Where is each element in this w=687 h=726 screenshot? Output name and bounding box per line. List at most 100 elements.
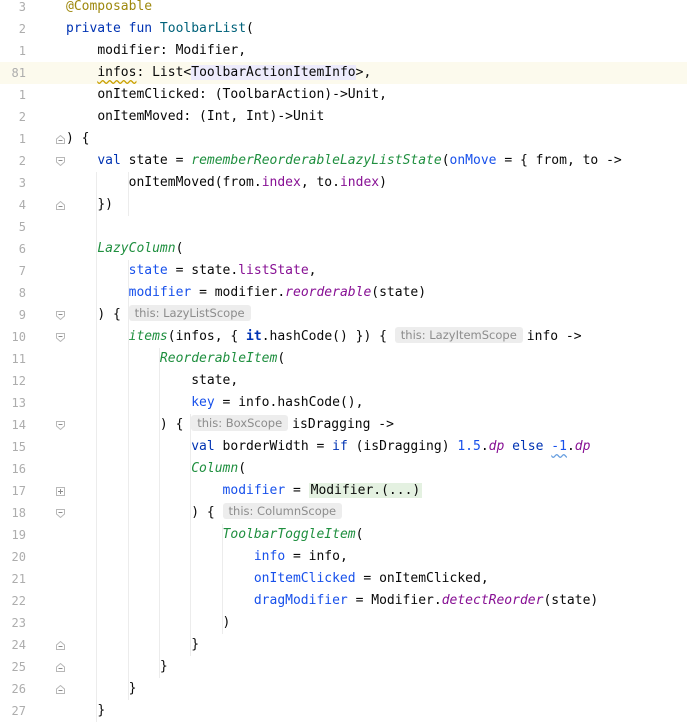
line-number: 14 [11, 418, 26, 432]
line-number: 27 [11, 704, 26, 718]
code-token: = info, [285, 549, 348, 564]
code-line[interactable]: 22 dragModifier = Modifier.detectReorder… [0, 590, 687, 612]
warning-token: infos [97, 65, 137, 80]
code-line[interactable]: 12 state, [0, 370, 687, 392]
code-token: else [504, 439, 552, 454]
code-token: ToolbarList [159, 21, 247, 36]
code-line[interactable]: 6 LazyColumn( [0, 238, 687, 260]
code-token: borderWidth = [222, 439, 333, 454]
code-token: state = [128, 153, 192, 168]
code-token: ( [355, 527, 364, 542]
code-token: onItemMoved: (Int, Int)->Unit [97, 109, 325, 124]
code-line[interactable]: 20 info = info, [0, 546, 687, 568]
code-line[interactable]: 9 ) { this: LazyListScope [0, 304, 687, 326]
fold-end-icon[interactable] [56, 685, 65, 694]
code-token: }) [97, 197, 113, 212]
code-line[interactable]: 13 key = info.hashCode(), [0, 392, 687, 414]
line-number: 15 [11, 440, 26, 454]
fold-collapse-icon[interactable] [56, 421, 65, 430]
code-token: ( [246, 21, 254, 36]
code-token: items [128, 329, 168, 344]
inspection-token: -1 [551, 439, 567, 454]
fold-collapse-icon[interactable] [56, 333, 65, 342]
code-editor[interactable]: 3 @Composable 2 private fun ToolbarList(1 m… [0, 0, 687, 726]
line-number: 26 [11, 682, 26, 696]
inlay-hint[interactable]: this: ColumnScope [222, 503, 343, 519]
code-line[interactable]: 7 state = state.listState, [0, 260, 687, 282]
code-token: . [480, 439, 489, 454]
code-token: ToolbarToggleItem [222, 527, 356, 542]
code-text: ) { this: LazyListScope [66, 304, 255, 326]
code-line[interactable]: 2 val state = rememberReorderableLazyLis… [0, 150, 687, 172]
code-line[interactable]: 8 modifier = modifier.reorderable(state) [0, 282, 687, 304]
fold-end-icon[interactable] [56, 135, 65, 144]
inlay-hint[interactable]: this: BoxScope [191, 415, 289, 431]
line-number: 18 [11, 506, 26, 520]
line-number: 11 [11, 352, 26, 366]
code-text: ) [66, 612, 231, 634]
code-line[interactable]: 10 items(infos, { it.hashCode() }) { thi… [0, 326, 687, 348]
fold-end-icon[interactable] [56, 663, 65, 672]
code-line[interactable]: 14 ) { this: BoxScope isDragging -> [0, 414, 687, 436]
inlay-hint[interactable]: this: LazyItemScope [394, 327, 523, 343]
code-text: ) { [66, 128, 89, 150]
code-text: onItemMoved(from.index, to.index) [66, 172, 387, 194]
code-line[interactable]: 25 } [0, 656, 687, 678]
code-line[interactable]: 5 [0, 216, 687, 238]
code-token: onItemMoved(from. [128, 175, 262, 190]
code-token: info [253, 549, 286, 564]
line-number: 23 [11, 616, 26, 630]
code-line[interactable]: 24 } [0, 634, 687, 656]
code-token: .hashCode() }) { [261, 329, 387, 344]
fold-collapse-icon[interactable] [56, 157, 65, 166]
code-line[interactable]: 1) { [0, 128, 687, 150]
fold-collapse-icon[interactable] [56, 311, 65, 320]
code-line[interactable]: 3 @Composable [0, 0, 687, 18]
code-token: onMove [449, 153, 497, 168]
code-line[interactable]: 18 ) { this: ColumnScope [0, 502, 687, 524]
fold-collapse-icon[interactable] [56, 509, 65, 518]
line-number: 12 [11, 374, 26, 388]
code-line[interactable]: 15 val borderWidth = if (isDragging) 1.5… [0, 436, 687, 458]
code-line[interactable]: 2 private fun ToolbarList( [0, 18, 687, 40]
code-line[interactable]: 17 modifier = Modifier.(...) [0, 480, 687, 502]
code-line[interactable]: 11 ReorderableItem( [0, 348, 687, 370]
code-line[interactable]: 1 modifier: Modifier, [0, 40, 687, 62]
code-line[interactable]: 23 ) [0, 612, 687, 634]
fold-end-icon[interactable] [56, 201, 65, 210]
code-text: key = info.hashCode(), [66, 392, 363, 414]
code-token: ) { [191, 505, 215, 520]
code-line[interactable]: 26 } [0, 678, 687, 700]
code-token: ) { [159, 417, 184, 432]
line-number: 16 [11, 462, 26, 476]
code-line[interactable]: 1 onItemClicked: (ToolbarAction)->Unit, [0, 84, 687, 106]
code-token: @Composable [66, 0, 153, 14]
code-line-current[interactable]: 81 infos: List<ToolbarActionItemInfo>, [0, 62, 687, 84]
code-line[interactable]: 21 onItemClicked = onItemClicked, [0, 568, 687, 590]
code-line[interactable]: 3 onItemMoved(from.index, to.index) [0, 172, 687, 194]
code-token: } [191, 637, 200, 652]
code-line[interactable]: 19 ToolbarToggleItem( [0, 524, 687, 546]
inlay-hint[interactable]: this: LazyListScope [128, 305, 251, 321]
code-token: Column [191, 461, 239, 476]
line-number: 4 [18, 198, 26, 212]
code-text: ) { this: BoxScope isDragging -> [66, 414, 394, 436]
code-line[interactable]: 2 onItemMoved: (Int, Int)->Unit [0, 106, 687, 128]
code-token: (state) [371, 285, 427, 300]
code-token: state [128, 263, 168, 278]
code-text: LazyColumn( [66, 238, 183, 260]
code-text: }) [66, 194, 113, 216]
line-number: 13 [11, 396, 26, 410]
line-number: 25 [11, 660, 26, 674]
code-line[interactable]: 27 } [0, 700, 687, 722]
line-number: 24 [11, 638, 26, 652]
code-line[interactable]: 4 }) [0, 194, 687, 216]
line-number: 7 [18, 264, 26, 278]
code-token: ( [175, 241, 184, 256]
code-token: (state) [543, 593, 599, 608]
fold-expand-icon[interactable] [56, 487, 65, 496]
folded-region[interactable]: Modifier.(...) [308, 483, 423, 498]
code-line[interactable]: 16 Column( [0, 458, 687, 480]
fold-end-icon[interactable] [56, 641, 65, 650]
